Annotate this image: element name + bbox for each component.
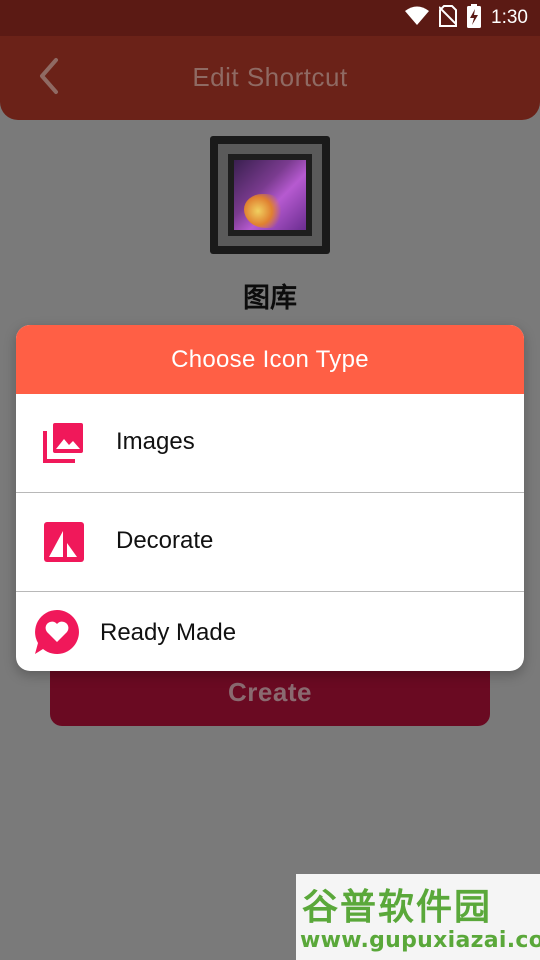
dialog-title: Choose Icon Type bbox=[171, 345, 369, 373]
status-icons: 1:30 bbox=[405, 3, 528, 33]
shortcut-icon-preview[interactable] bbox=[210, 136, 330, 254]
option-label: Ready Made bbox=[100, 619, 237, 646]
decorate-icon bbox=[42, 520, 86, 564]
heart-chat-icon bbox=[33, 608, 81, 656]
wifi-icon bbox=[405, 6, 430, 31]
choose-icon-type-dialog: Choose Icon Type Images Decorate Ready M… bbox=[16, 325, 524, 671]
status-time: 1:30 bbox=[491, 7, 528, 28]
photo-library-icon bbox=[42, 420, 86, 464]
option-images[interactable]: Images bbox=[16, 394, 524, 492]
app-bar: Edit Shortcut bbox=[0, 36, 540, 120]
option-ready-made[interactable]: Ready Made bbox=[16, 592, 524, 671]
create-button-label: Create bbox=[228, 677, 312, 707]
dialog-header: Choose Icon Type bbox=[16, 325, 524, 394]
watermark-title: 谷普软件园 bbox=[302, 887, 493, 928]
no-sim-icon bbox=[438, 4, 458, 32]
watermark: 谷普软件园 www.gupuxiazai.com bbox=[296, 874, 540, 960]
option-label: Images bbox=[116, 428, 195, 455]
option-label: Decorate bbox=[116, 527, 214, 554]
picture-frame bbox=[218, 144, 322, 246]
option-decorate[interactable]: Decorate bbox=[16, 493, 524, 591]
shortcut-name: 图库 bbox=[243, 283, 297, 314]
status-bar: 1:30 bbox=[0, 0, 540, 36]
watermark-url: www.gupuxiazai.com bbox=[300, 928, 540, 953]
battery-charging-icon bbox=[467, 3, 482, 33]
gallery-picture-icon bbox=[234, 160, 306, 230]
page-title: Edit Shortcut bbox=[192, 62, 348, 92]
